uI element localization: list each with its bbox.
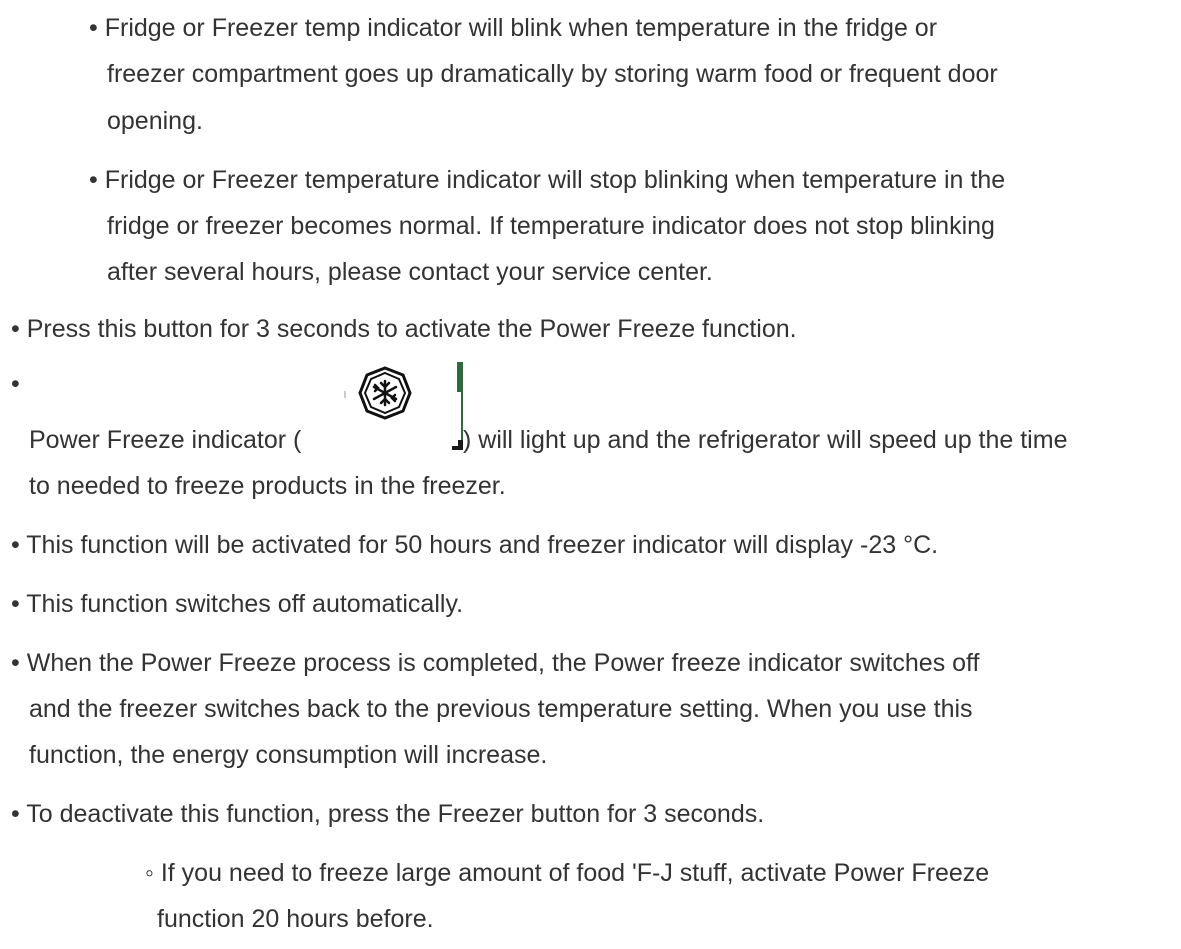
item-text-continued: function 20 hours before. (157, 905, 434, 933)
list-item: • Fridge or Freezer temp indicator will … (89, 14, 938, 42)
item-text: Press this button for 3 seconds to activ… (26, 315, 797, 343)
item-text: If you need to freeze large amount of fo… (160, 859, 990, 887)
list-item: • This function switches off automatical… (11, 590, 464, 618)
list-item: ◦ If you need to freeze large amount of … (145, 859, 990, 887)
list-item: • When the Power Freeze process is compl… (11, 649, 980, 677)
item-text-continued: after several hours, please contact your… (107, 258, 713, 286)
list-item: • To deactivate this function, press the… (11, 800, 765, 828)
list-item: Power Freeze indicator ( (29, 425, 301, 455)
item-text-continued: ) will light up and the refrigerator wil… (463, 426, 1068, 454)
list-item: • Press this button for 3 seconds to act… (11, 315, 797, 343)
item-text: This function will be activated for 50 h… (26, 531, 939, 559)
item-text: Fridge or Freezer temp indicator will bl… (104, 14, 938, 42)
item-text-continued: function, the energy consumption will in… (29, 741, 548, 769)
item-text-continued: freezer compartment goes up dramatically… (107, 60, 998, 88)
item-text-continued: fridge or freezer becomes normal. If tem… (107, 212, 995, 240)
item-text: When the Power Freeze process is complet… (26, 649, 980, 677)
item-text-continued: opening. (107, 107, 203, 135)
snowflake-hexagon-icon (344, 362, 463, 450)
list-item: • This function will be activated for 50… (11, 531, 939, 559)
item-text-continued: and the freezer switches back to the pre… (29, 695, 973, 723)
power-freeze-indicator (340, 362, 480, 462)
item-text: This function switches off automatically… (26, 590, 464, 618)
item-text: To deactivate this function, press the F… (26, 800, 765, 828)
item-text-continued: to needed to freeze products in the free… (29, 472, 506, 500)
list-item-bullet: • (11, 370, 20, 398)
list-item: • Fridge or Freezer temperature indicato… (89, 166, 1006, 194)
item-text: Fridge or Freezer temperature indicator … (104, 166, 1006, 194)
item-text: Power Freeze indicator ( (29, 426, 302, 454)
